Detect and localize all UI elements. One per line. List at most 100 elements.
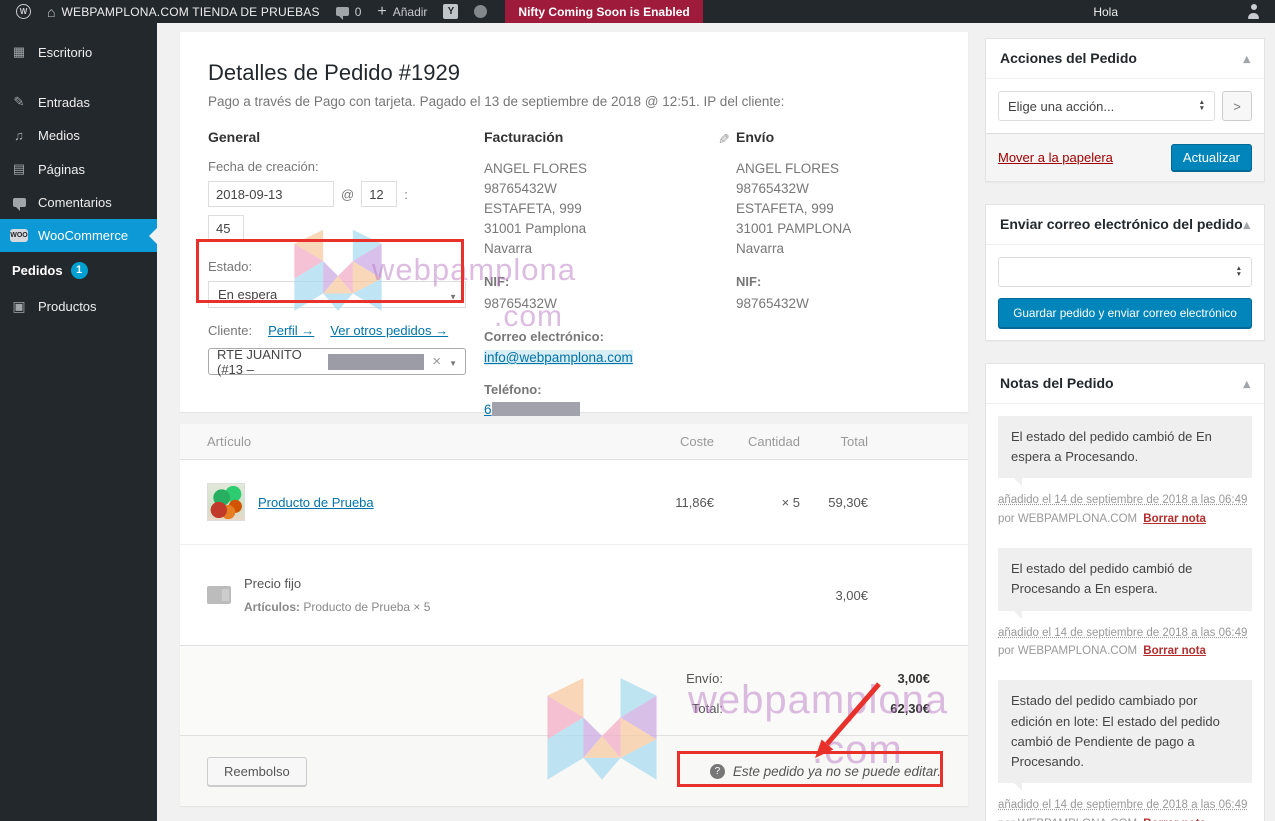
grand-total-value: 62,30€ [723,701,930,716]
order-details-card: Detalles de Pedido #1929 Pago a través d… [180,32,968,412]
note-date-link[interactable]: añadido el 14 de septiembre de 2018 a la… [998,799,1247,811]
order-status-select[interactable]: En espera [208,281,466,308]
order-minute-input[interactable] [208,215,244,241]
select-stepper-icon [1236,266,1242,278]
order-actions-panel: Acciones del Pedido Elige una acción... … [985,38,1265,182]
customer-label: Cliente: [208,323,252,338]
address-line: Navarra [736,239,940,259]
fee-meta: Artículos: Producto de Prueba × 5 [244,600,430,614]
address-line: Navarra [484,239,712,259]
billing-email-link[interactable]: info@webpamplona.com [484,350,633,365]
wordpress-logo-icon [16,4,31,19]
refund-button[interactable]: Reembolso [207,757,307,786]
address-line: ANGEL FLORES [484,159,712,179]
billing-nif-label: NIF: [484,274,712,289]
site-link[interactable]: WEBPAMPLONA.COM TIENDA DE PRUEBAS [39,0,328,23]
note-author: por WEBPAMPLONA.COM [998,513,1137,525]
collapse-toggle-icon[interactable] [1243,50,1250,67]
billing-email-label: Correo electrónico: [484,329,712,344]
pages-icon [10,161,28,177]
menu-separator [0,69,157,85]
table-row-line-item: Producto de Prueba 11,86€ × 5 59,30€ [180,460,968,545]
other-orders-link[interactable]: Ver otros pedidos → [330,323,448,338]
comments-shortcut[interactable]: 0 [328,0,370,23]
fee-total: 3,00€ [800,588,868,603]
update-order-button[interactable]: Actualizar [1171,144,1252,171]
user-greeting[interactable]: Hola [1093,5,1118,19]
edit-billing-icon[interactable] [718,131,730,149]
billing-phone-link[interactable]: 6 [484,402,492,417]
move-to-trash-link[interactable]: Mover a la papelera [998,150,1113,165]
collapse-toggle-icon[interactable] [1243,375,1250,392]
billing-column: Facturación ANGEL FLORES 98765432W ESTAF… [484,129,736,417]
page-title: Detalles de Pedido #1929 [208,60,940,86]
new-content-menu[interactable]: Añadir [369,0,435,23]
customer-row: Cliente: Perfil → Ver otros pedidos → [208,323,480,338]
shipping-total-row: Envío: 3,00€ [180,663,930,693]
order-side-panels: Acciones del Pedido Elige una acción... … [985,38,1265,821]
address-line: ESTAFETA, 999 [484,199,712,219]
admin-bar: WEBPAMPLONA.COM TIENDA DE PRUEBAS 0 Añad… [0,0,1275,23]
column-header-coste: Coste [624,434,714,449]
fee-name: Precio fijo [244,576,430,591]
order-note: El estado del pedido cambió de Procesand… [998,548,1252,661]
pushpin-icon [10,94,28,110]
order-hour-input[interactable] [361,181,397,207]
save-and-send-email-button[interactable]: Guardar pedido y enviar correo electróni… [998,298,1252,328]
sidebar-item-comentarios[interactable]: Comentarios [0,186,157,219]
sidebar-item-woocommerce[interactable]: WooCommerce [0,219,157,252]
sidebar-item-productos[interactable]: Productos [0,289,157,324]
column-header-articulo: Artículo [180,434,624,449]
sidebar-item-label: Productos [38,299,97,314]
order-action-select[interactable]: Elige una acción... [998,91,1215,121]
customer-select[interactable]: RTE JUANITO (#13 – [208,348,466,375]
dashboard-icon [10,44,28,60]
seo-menu[interactable] [435,0,466,23]
woocommerce-order-admin-page: { "admin_bar": { "site_name": "WEBPAMPLO… [0,0,1275,821]
delete-note-link[interactable]: Borrar nota [1143,513,1206,525]
wordpress-menu[interactable] [8,0,39,23]
sidebar-item-pedidos[interactable]: Pedidos 1 [0,252,157,289]
note-text: El estado del pedido cambió de Procesand… [998,548,1252,610]
coming-soon-notice[interactable]: Nifty Coming Soon is Enabled [505,0,702,23]
billing-phone-label: Teléfono: [484,382,712,397]
order-data-columns: General Fecha de creación: @ : Estado: E… [208,129,940,417]
seo-plugin-icon [443,4,458,19]
apply-action-button[interactable]: > [1222,91,1252,121]
sidebar-item-escritorio[interactable]: Escritorio [0,35,157,69]
billing-phone-row: 6 [484,402,712,417]
sidebar-item-label: Escritorio [38,45,92,60]
delete-note-link[interactable]: Borrar nota [1143,645,1206,657]
email-type-select[interactable] [998,257,1252,287]
sidebar-item-label: Comentarios [38,195,112,210]
status-label: Estado: [208,259,480,274]
redacted-phone [492,402,580,416]
sidebar-item-medios[interactable]: Medios [0,119,157,152]
column-header-total: Total [800,434,868,449]
customer-profile-link[interactable]: Perfil → [268,323,314,338]
shipping-nif-label: NIF: [736,274,940,289]
order-note: El estado del pedido cambió de En espera… [998,416,1252,529]
sidebar-item-label: Medios [38,128,80,143]
billing-address: ANGEL FLORES 98765432W ESTAFETA, 999 310… [484,159,712,259]
items-table-header: Artículo Coste Cantidad Total [180,424,968,460]
address-line: ESTAFETA, 999 [736,199,940,219]
date-created-row: @ : [208,181,480,207]
sidebar-item-paginas[interactable]: Páginas [0,152,157,186]
avatar[interactable] [1246,4,1261,19]
plugin-status-menu[interactable] [466,0,495,23]
note-text: El estado del pedido cambió de En espera… [998,416,1252,478]
shipping-nif-value: 98765432W [736,294,940,314]
fee-meta-value: Producto de Prueba × 5 [303,600,430,614]
admin-bar-right: Hola [1093,4,1275,19]
product-link[interactable]: Producto de Prueba [258,495,374,510]
sidebar-item-label: Entradas [38,95,90,110]
collapse-toggle-icon[interactable] [1243,216,1250,233]
clear-selection-icon[interactable] [432,353,441,370]
note-date-link[interactable]: añadido el 14 de septiembre de 2018 a la… [998,494,1247,506]
note-date-link[interactable]: añadido el 14 de septiembre de 2018 a la… [998,627,1247,639]
shipping-total-label: Envío: [686,671,723,686]
sidebar-item-entradas[interactable]: Entradas [0,85,157,119]
order-date-input[interactable] [208,181,334,207]
note-text: Estado del pedido cambiado por edición e… [998,680,1252,783]
